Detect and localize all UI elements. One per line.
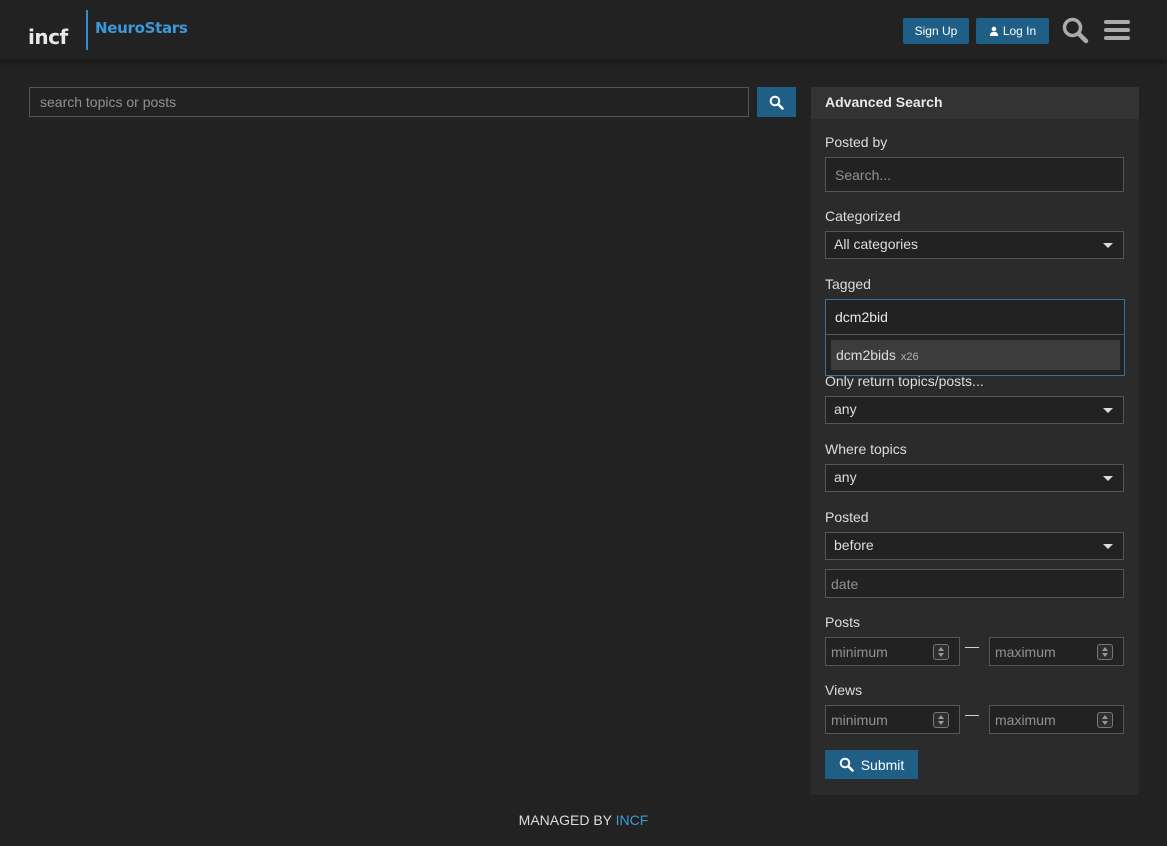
logo-divider <box>86 10 88 50</box>
views-max-input[interactable]: maximum <box>989 705 1124 734</box>
views-max-placeholder: maximum <box>995 712 1056 728</box>
search-input[interactable] <box>29 87 749 117</box>
log-in-button[interactable]: Log In <box>976 18 1049 44</box>
logo-neurostars-text: NeuroStars <box>95 19 188 37</box>
submit-label: Submit <box>860 756 905 773</box>
category-select[interactable]: All categories <box>825 231 1124 259</box>
tag-suggestion-count: x26 <box>900 351 919 363</box>
hamburger-menu-icon <box>1104 20 1130 40</box>
caret-down-icon <box>1103 476 1113 481</box>
submit-button[interactable]: Submit <box>825 750 918 779</box>
where-topics-label: Where topics <box>825 441 907 457</box>
stepper-icon[interactable] <box>1097 644 1113 660</box>
tagged-label: Tagged <box>825 276 871 292</box>
posts-max-placeholder: maximum <box>995 644 1056 660</box>
site-header: incf NeuroStars Sign Up Log In <box>0 0 1167 60</box>
advanced-search-panel: Advanced Search Posted by Categorized Al… <box>811 87 1139 795</box>
stepper-icon[interactable] <box>933 644 949 660</box>
posted-select[interactable]: before <box>825 532 1124 560</box>
views-label: Views <box>825 682 863 698</box>
stepper-icon[interactable] <box>933 712 949 728</box>
posted-select-value: before <box>834 537 874 553</box>
posts-min-input[interactable]: minimum <box>825 637 960 666</box>
footer: MANAGED BY INCF <box>0 812 1167 828</box>
footer-managed-by: MANAGED BY <box>518 812 612 828</box>
posted-by-input[interactable] <box>825 157 1124 192</box>
only-return-label: Only return topics/posts... <box>825 373 984 389</box>
sign-up-button[interactable]: Sign Up <box>903 18 969 44</box>
caret-down-icon <box>1103 544 1113 549</box>
user-icon <box>989 26 999 36</box>
tag-suggestion-name: dcm2bids <box>836 347 896 363</box>
logo-incf-text: incf <box>28 25 68 49</box>
caret-down-icon <box>1103 243 1113 248</box>
caret-down-icon <box>1103 408 1113 413</box>
tag-suggestion-item[interactable]: dcm2bids x26 <box>831 340 1120 370</box>
posted-by-label: Posted by <box>825 134 888 150</box>
tag-chooser: dcm2bid dcm2bids x26 <box>825 299 1125 376</box>
only-return-value: any <box>834 401 857 417</box>
views-min-input[interactable]: minimum <box>825 705 960 734</box>
search-icon <box>839 757 854 772</box>
footer-incf-link[interactable]: INCF <box>616 812 649 828</box>
site-logo[interactable]: incf NeuroStars <box>28 10 188 50</box>
categorized-label: Categorized <box>825 208 901 224</box>
stepper-icon[interactable] <box>1097 712 1113 728</box>
range-dash: — <box>965 706 979 722</box>
date-input[interactable] <box>825 569 1124 598</box>
posted-label: Posted <box>825 509 869 525</box>
category-select-value: All categories <box>834 236 919 252</box>
hamburger-menu-button[interactable] <box>1101 14 1133 46</box>
where-topics-select[interactable]: any <box>825 464 1124 492</box>
search-icon <box>1062 17 1089 44</box>
sign-up-label: Sign Up <box>914 24 958 38</box>
range-dash: — <box>965 638 979 654</box>
posts-min-placeholder: minimum <box>831 644 888 660</box>
posts-max-input[interactable]: maximum <box>989 637 1124 666</box>
where-topics-value: any <box>834 469 857 485</box>
posts-label: Posts <box>825 614 861 630</box>
views-min-placeholder: minimum <box>831 712 888 728</box>
search-icon <box>769 95 784 110</box>
tag-filter-input[interactable]: dcm2bid <box>826 300 1124 335</box>
advanced-search-title[interactable]: Advanced Search <box>811 87 1139 119</box>
search-submit-button[interactable] <box>757 87 796 117</box>
header-search-button[interactable] <box>1059 14 1091 46</box>
only-return-select[interactable]: any <box>825 396 1124 424</box>
log-in-label: Log In <box>1002 24 1037 38</box>
